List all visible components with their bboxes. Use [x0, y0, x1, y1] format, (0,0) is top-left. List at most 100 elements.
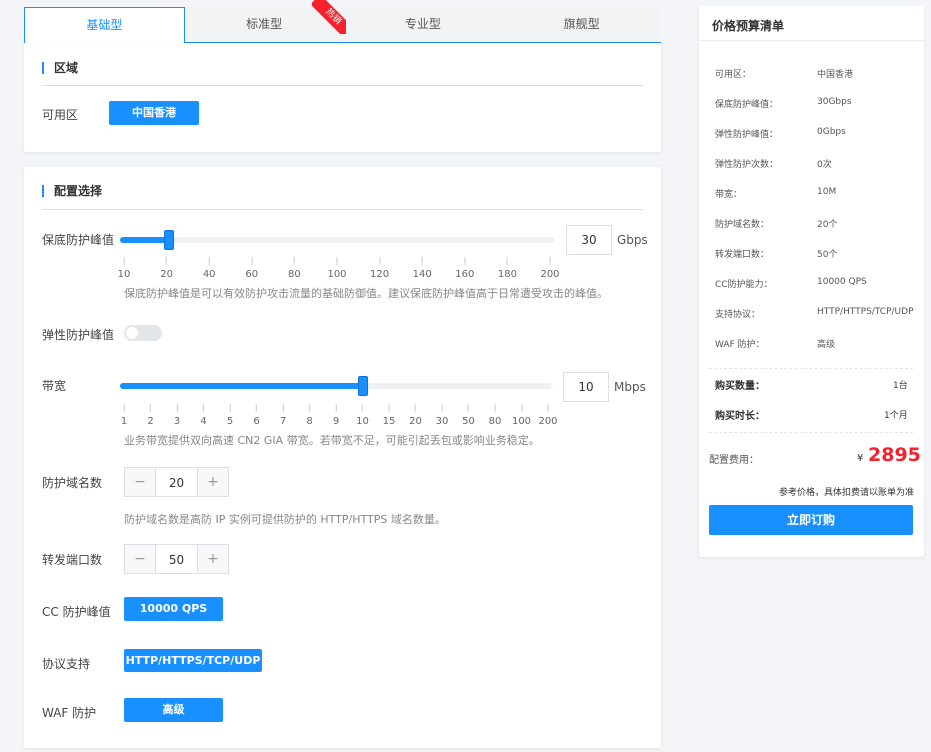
summary-row-value: 0次	[817, 160, 832, 170]
quantity-value: 1台	[893, 381, 908, 391]
tick-mark	[414, 404, 416, 412]
base-protection-ticks: 10 20 40 60 80 100 120 140 160 180 200	[118, 257, 560, 287]
slider-tick: 10	[356, 404, 369, 427]
summary-row-value: 高级	[817, 340, 836, 350]
elastic-protection-label: 弹性防护峰值	[42, 328, 115, 342]
tick-mark	[521, 404, 522, 412]
bandwidth-unit: Mbps	[614, 380, 646, 394]
tick-mark	[123, 257, 125, 265]
tick-mark	[150, 404, 151, 412]
slider-tick: 160	[455, 257, 474, 280]
cc-label: CC 防护峰值	[42, 605, 111, 619]
ports-value[interactable]: 50	[155, 545, 198, 573]
base-protection-input[interactable]: 30	[566, 225, 612, 255]
tick-label: 100	[327, 269, 347, 280]
tick-mark	[256, 404, 257, 412]
tab-flagship[interactable]: 旗舰型	[502, 7, 661, 42]
ports-label: 转发端口数	[42, 553, 103, 567]
summary-row-label: 转发端口数：	[715, 250, 770, 260]
region-card	[24, 43, 661, 152]
bandwidth-slider[interactable]	[120, 376, 552, 396]
slider-tick: 50	[462, 404, 475, 427]
base-protection-unit: Gbps	[617, 233, 648, 247]
domains-increment-button[interactable]: +	[198, 468, 228, 496]
tick-label: 10	[117, 269, 131, 280]
summary-row-value: 30Gbps	[817, 97, 852, 107]
waf-label: WAF 防护	[42, 706, 97, 720]
tick-label: 8	[306, 416, 313, 427]
duration-value: 1个月	[884, 411, 908, 421]
divider	[42, 85, 643, 86]
tick-label: 200	[538, 416, 558, 427]
bandwidth-hint: 业务带宽提供双向高速 CN2 GIA 带宽。若带宽不足，可能引起丢包或影响业务稳…	[124, 434, 540, 447]
divider	[709, 368, 913, 369]
slider-tick: 7	[280, 404, 286, 427]
tick-mark	[282, 404, 284, 412]
tick-mark	[335, 404, 337, 412]
slider-tick: 80	[489, 404, 501, 427]
slider-tick: 200	[540, 257, 560, 280]
tick-label: 180	[497, 269, 517, 280]
summary-row-value: 20个	[817, 220, 838, 230]
summary-row-label: 带宽：	[715, 190, 743, 200]
buy-now-button[interactable]: 立即订购	[709, 505, 913, 535]
tick-label: 160	[455, 269, 475, 280]
config-section-title: 配置选择	[42, 185, 102, 197]
tick-mark	[441, 404, 443, 412]
tick-mark	[464, 257, 466, 265]
cc-option[interactable]: 10000 QPS	[124, 597, 223, 621]
protocol-option[interactable]: HTTP/HTTPS/TCP/UDP	[124, 649, 262, 672]
tick-label: 5	[226, 416, 234, 427]
summary-row-label: 防护域名数：	[715, 220, 770, 230]
divider	[699, 40, 924, 41]
slider-tick: 30	[435, 404, 449, 427]
domains-label: 防护域名数	[42, 476, 103, 490]
tick-mark	[229, 404, 231, 412]
summary-row-value: 10M	[817, 187, 837, 197]
slider-tick: 1	[121, 404, 127, 427]
summary-row-label: 支持协议：	[715, 310, 761, 320]
base-protection-slider[interactable]	[120, 230, 555, 250]
divider	[709, 432, 913, 433]
tick-mark	[251, 257, 253, 265]
tick-label: 20	[160, 269, 173, 280]
protocol-label: 协议支持	[42, 657, 91, 671]
slider-tick: 2	[147, 404, 154, 427]
tick-mark	[293, 257, 295, 265]
base-protection-thumb[interactable]	[164, 230, 174, 250]
tick-label: 7	[279, 416, 287, 427]
region-option-hongkong[interactable]: 中国香港	[109, 101, 199, 125]
domains-hint: 防护域名数是高防 IP 实例可提供防护的 HTTP/HTTPS 域名数量。	[124, 513, 446, 526]
divider	[42, 209, 643, 210]
ports-increment-button[interactable]: +	[198, 545, 228, 573]
toggle-knob	[126, 327, 138, 339]
region-section-title: 区域	[42, 62, 78, 74]
slider-tick: 10	[117, 257, 131, 280]
tick-label: 4	[200, 416, 207, 427]
tick-label: 60	[245, 269, 259, 280]
tick-mark	[203, 404, 204, 412]
elastic-protection-toggle[interactable]	[124, 325, 162, 341]
slider-tick: 100	[327, 257, 347, 280]
slider-tick: 40	[203, 257, 216, 280]
tick-label: 200	[540, 269, 560, 280]
tick-mark	[176, 404, 178, 412]
domains-value[interactable]: 20	[155, 468, 198, 496]
domains-decrement-button[interactable]: −	[125, 468, 155, 496]
base-protection-fill	[120, 237, 169, 243]
slider-tick: 15	[383, 404, 395, 427]
tick-mark	[388, 404, 390, 412]
bandwidth-input[interactable]: 10	[563, 372, 609, 402]
slider-tick: 100	[512, 404, 531, 427]
slider-tick: 180	[498, 257, 517, 280]
tab-professional[interactable]: 专业型	[344, 7, 503, 42]
tick-label: 30	[435, 416, 449, 427]
tab-basic[interactable]: 基础型	[24, 7, 185, 44]
currency-symbol: ¥	[857, 453, 864, 464]
waf-option[interactable]: 高级	[124, 698, 223, 722]
summary-row-value: 0Gbps	[817, 127, 846, 137]
ports-decrement-button[interactable]: −	[125, 545, 155, 573]
bandwidth-thumb[interactable]	[358, 376, 368, 396]
tick-mark	[123, 404, 125, 412]
slider-tick: 5	[227, 404, 233, 427]
